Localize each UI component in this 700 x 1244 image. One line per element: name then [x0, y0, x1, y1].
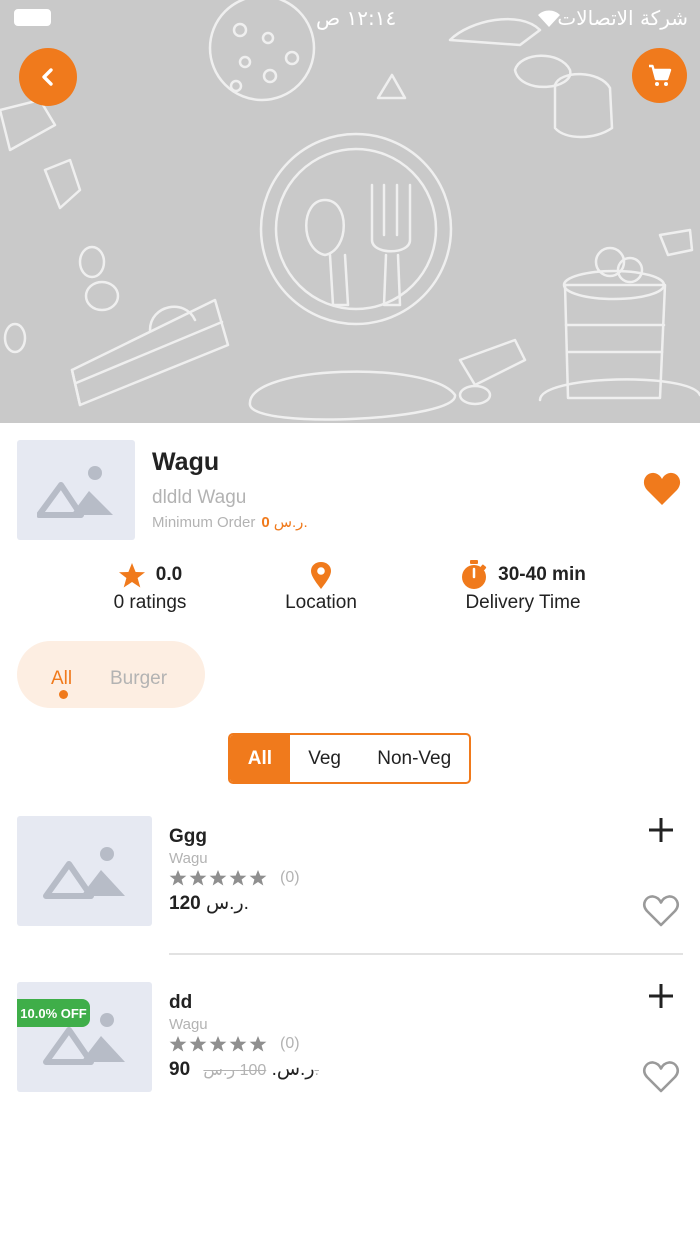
plus-icon [649, 818, 673, 842]
category-tab-all[interactable]: All [51, 668, 72, 690]
product-image [17, 816, 152, 926]
delivery-time-label: Delivery Time [465, 592, 581, 613]
restaurant-subtitle: dldld Wagu [152, 487, 247, 508]
restaurant-name: Wagu [152, 448, 220, 476]
restaurant-cover: ١٢:١٤ ص شركة الاتصالات [0, 0, 700, 423]
restaurant-logo [17, 440, 135, 540]
chevron-left-icon [42, 68, 53, 86]
status-time: ١٢:١٤ ص [316, 6, 397, 30]
delivery-time-value: 30-40 min [498, 564, 586, 585]
star-rating-icon [169, 870, 267, 886]
ratings-count: 0 ratings [113, 592, 187, 613]
product-favorite-button[interactable] [642, 1060, 680, 1099]
category-tabs: All Burger [17, 641, 205, 708]
back-button[interactable] [19, 48, 77, 106]
product-price-value: 90 [169, 1059, 191, 1080]
product-divider [169, 953, 683, 955]
product-price-currency: ر.س. [271, 1059, 315, 1080]
rating-stat: 0.0 0 ratings [95, 560, 205, 614]
restaurant-favorite-button[interactable] [643, 472, 681, 511]
category-tab-burger[interactable]: Burger [110, 668, 167, 690]
filter-veg-button[interactable]: Veg [290, 735, 360, 782]
product-item[interactable]: dd Wagu (0) 90 ر.س. 100 ر.س. [0, 982, 700, 1097]
image-placeholder-icon [42, 847, 125, 899]
veg-filter: All Veg Non-Veg [228, 733, 471, 784]
category-selected-indicator [59, 690, 68, 699]
star-icon [118, 562, 145, 587]
minimum-order-label: Minimum Order [152, 514, 256, 531]
status-bar: ١٢:١٤ ص شركة الاتصالات [0, 0, 700, 36]
star-rating-icon [169, 1036, 267, 1052]
status-carrier: شركة الاتصالات [557, 6, 688, 30]
discount-badge: 10.0% OFF [17, 999, 90, 1027]
location-label: Location [285, 592, 357, 613]
stopwatch-icon [462, 560, 487, 589]
heart-filled-icon [643, 472, 681, 505]
minimum-order-currency: ر.س. [273, 514, 308, 531]
battery-icon [14, 9, 51, 26]
product-name: dd [169, 992, 193, 1013]
heart-outline-icon [643, 895, 679, 927]
cart-icon [648, 64, 671, 86]
product-favorite-button[interactable] [642, 894, 680, 933]
add-to-cart-button[interactable] [647, 982, 675, 1015]
product-item[interactable]: Ggg Wagu (0) 120 ر.س. [0, 816, 700, 931]
product-restaurant: Wagu [169, 1016, 208, 1033]
cart-button[interactable] [632, 48, 687, 103]
image-placeholder-icon [37, 466, 113, 518]
product-rating: (0) [169, 869, 300, 887]
product-old-price-value: 100 [239, 1062, 267, 1079]
product-price-value: 120 [169, 893, 201, 914]
product-name: Ggg [169, 826, 207, 847]
filter-all-button[interactable]: All [230, 735, 290, 782]
product-price-currency: ر.س. [205, 893, 249, 914]
location-pin-icon [311, 561, 331, 589]
product-rating: (0) [169, 1035, 300, 1053]
food-doodle-background [0, 0, 700, 421]
delivery-stat: 30-40 min Delivery Time [448, 560, 598, 614]
heart-outline-icon [643, 1061, 679, 1093]
product-price: 120 ر.س. [169, 892, 249, 915]
filter-non-veg-button[interactable]: Non-Veg [359, 735, 469, 782]
rating-value: 0.0 [155, 564, 183, 585]
add-to-cart-button[interactable] [647, 816, 675, 849]
product-restaurant: Wagu [169, 850, 208, 867]
location-stat[interactable]: Location [271, 560, 371, 614]
minimum-order-value: 0 [261, 514, 270, 531]
plus-icon [649, 984, 673, 1008]
product-rating-count: (0) [280, 1035, 300, 1052]
product-rating-count: (0) [280, 869, 300, 886]
product-price: 90 ر.س. 100 ر.س. [169, 1058, 319, 1081]
minimum-order: Minimum Order 0 ر.س. [152, 513, 308, 531]
